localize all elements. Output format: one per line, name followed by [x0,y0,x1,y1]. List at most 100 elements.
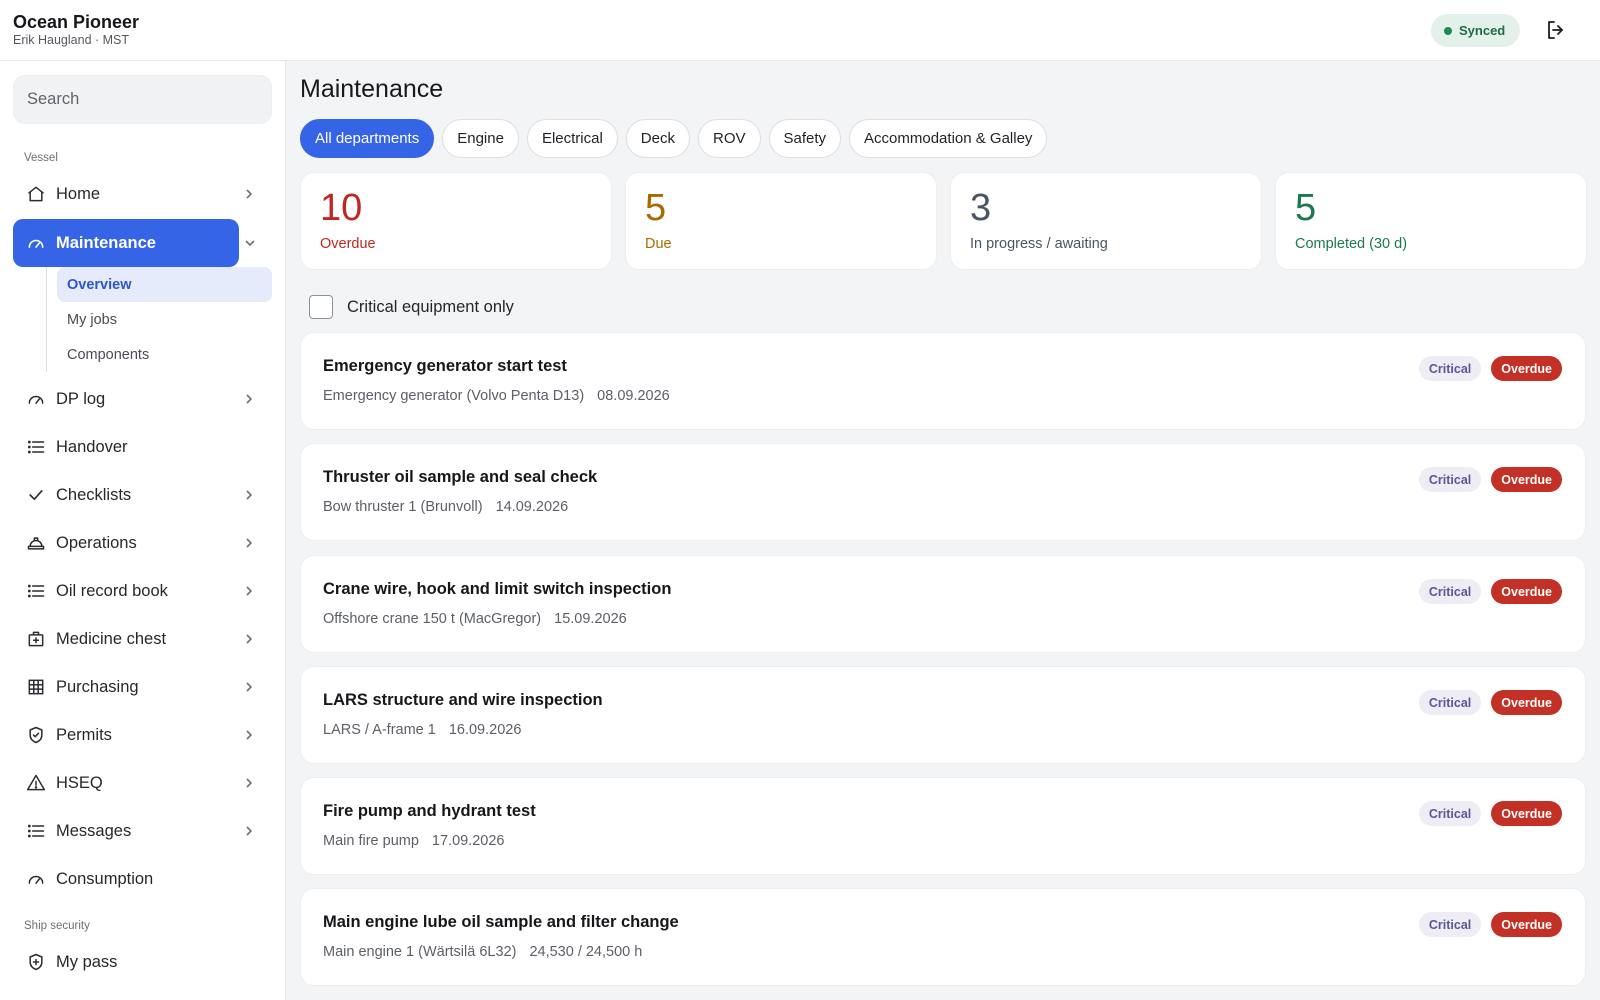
sync-dot-icon [1444,26,1452,35]
job-card[interactable]: Thruster oil sample and seal check Bow t… [300,443,1586,541]
list-icon [25,436,47,458]
stat-label: In progress / awaiting [970,236,1108,252]
sync-status-label: Synced [1459,23,1506,38]
department-chip-electrical[interactable]: Electrical [526,119,618,158]
critical-only-filter[interactable]: Critical equipment only [309,295,514,319]
section-label-ship-security: Ship security [24,920,90,932]
search-input[interactable] [13,75,272,124]
shield-plus-icon [25,951,47,973]
stat-label: Due [645,236,672,252]
critical-badge: Critical [1418,801,1482,826]
job-card[interactable]: Fire pump and hydrant test Main fire pum… [300,777,1586,875]
sidebar-item-consumption[interactable]: Consumption [13,855,272,903]
hardhat-icon [25,532,47,554]
shield-doc-icon [25,724,47,746]
logout-icon[interactable] [1544,18,1568,42]
sidebar-item-label: Purchasing [56,677,139,696]
stat-card-completed[interactable]: 5 Completed (30 d) [1275,172,1587,270]
department-chip-all[interactable]: All departments [300,119,435,158]
job-meta: Emergency generator (Volvo Penta D13) 08… [323,388,670,404]
sidebar-item-permits[interactable]: Permits [13,711,272,759]
chevron-right-icon [246,586,253,596]
overdue-badge: Overdue [1491,579,1562,604]
job-card[interactable]: Crane wire, hook and limit switch inspec… [300,555,1586,653]
job-tags: Critical Overdue [1418,579,1562,604]
sidebar-item-oil-record-book[interactable]: Oil record book [13,567,272,615]
chevron-right-icon [246,778,253,788]
stat-card-due[interactable]: 5 Due [625,172,937,270]
stat-card-in-progress[interactable]: 3 In progress / awaiting [950,172,1262,270]
critical-badge: Critical [1418,467,1482,492]
chevron-right-icon [246,682,253,692]
department-chip-deck[interactable]: Deck [625,119,690,158]
overdue-badge: Overdue [1491,467,1562,492]
sidebar-item-label: Operations [56,533,137,552]
department-chip-accommodation-galley[interactable]: Accommodation & Galley [849,119,1048,158]
sidebar-item-messages[interactable]: Messages [13,807,272,855]
sidebar-item-dp-log[interactable]: DP log [13,375,272,423]
page-title: Maintenance [300,75,444,103]
home-icon [25,183,47,205]
job-tags: Critical Overdue [1418,356,1562,381]
stat-card-overdue[interactable]: 10 Overdue [300,172,612,270]
critical-only-checkbox[interactable] [309,295,333,319]
submenu-item-my-jobs[interactable]: My jobs [57,302,272,337]
user-info: Erik Haugland · MST [13,33,130,47]
medkit-icon [25,628,47,650]
sidebar-item-purchasing[interactable]: Purchasing [13,663,272,711]
sidebar-item-maintenance[interactable]: Maintenance [13,219,239,267]
job-due: 17.09.2026 [431,833,505,849]
sync-status-badge: Synced [1431,14,1521,47]
job-component: Emergency generator (Volvo Penta D13) [323,388,585,404]
sidebar-item-label: Medicine chest [56,629,167,648]
department-chip-engine[interactable]: Engine [442,119,519,158]
sidebar-item-checklists[interactable]: Checklists [13,471,272,519]
sidebar-item-home[interactable]: Home [13,170,272,218]
stat-value: 5 [1295,187,1317,229]
job-title: LARS structure and wire inspection [323,691,603,709]
sidebar-item-label: Consumption [56,869,154,888]
sidebar-item-my-pass[interactable]: My pass [13,938,272,986]
job-due: 16.09.2026 [448,722,522,738]
department-chip-safety[interactable]: Safety [768,119,842,158]
submenu-item-overview[interactable]: Overview [57,267,272,302]
sidebar-item-label: HSEQ [56,773,103,792]
sidebar-item-medicine-chest[interactable]: Medicine chest [13,615,272,663]
chevron-right-icon [246,826,253,836]
job-card[interactable]: LARS structure and wire inspection LARS … [300,666,1586,764]
stat-value: 10 [320,187,363,229]
job-tags: Critical Overdue [1418,912,1562,937]
job-tags: Critical Overdue [1418,467,1562,492]
job-card[interactable]: Main engine lube oil sample and filter c… [300,888,1586,986]
overdue-badge: Overdue [1491,801,1562,826]
warning-icon [25,772,47,794]
department-chip-rov[interactable]: ROV [697,119,761,158]
job-card[interactable]: Emergency generator start test Emergency… [300,332,1586,430]
overdue-badge: Overdue [1491,912,1562,937]
sidebar-item-handover[interactable]: Handover [13,423,272,471]
stat-value: 5 [645,187,667,229]
overdue-badge: Overdue [1491,690,1562,715]
sidebar: Vessel Home Maintenance Overview My jobs… [0,61,286,1000]
sidebar-item-label: Handover [56,437,128,456]
overdue-badge: Overdue [1491,356,1562,381]
sidebar-item-label: Checklists [56,485,132,504]
submenu-item-components[interactable]: Components [57,337,272,372]
top-bar: Ocean Pioneer Erik Haugland · MST Synced [0,0,1600,61]
sidebar-item-operations[interactable]: Operations [13,519,272,567]
chevron-right-icon [246,490,253,500]
job-component: LARS / A-frame 1 [323,722,436,738]
job-title: Crane wire, hook and limit switch inspec… [323,580,672,598]
chevron-down-icon[interactable] [243,236,257,250]
job-component: Offshore crane 150 t (MacGregor) [323,611,542,627]
sidebar-item-hseq[interactable]: HSEQ [13,759,272,807]
sidebar-item-label: Permits [56,725,112,744]
sidebar-item-label: My pass [56,952,118,971]
job-component: Main fire pump [323,833,419,849]
sidebar-item-label: Messages [56,821,132,840]
stat-label: Completed (30 d) [1295,236,1408,252]
list-icon [25,580,47,602]
job-meta: LARS / A-frame 1 16.09.2026 [323,722,521,738]
chevron-right-icon [246,634,253,644]
chevron-right-icon [246,189,253,199]
